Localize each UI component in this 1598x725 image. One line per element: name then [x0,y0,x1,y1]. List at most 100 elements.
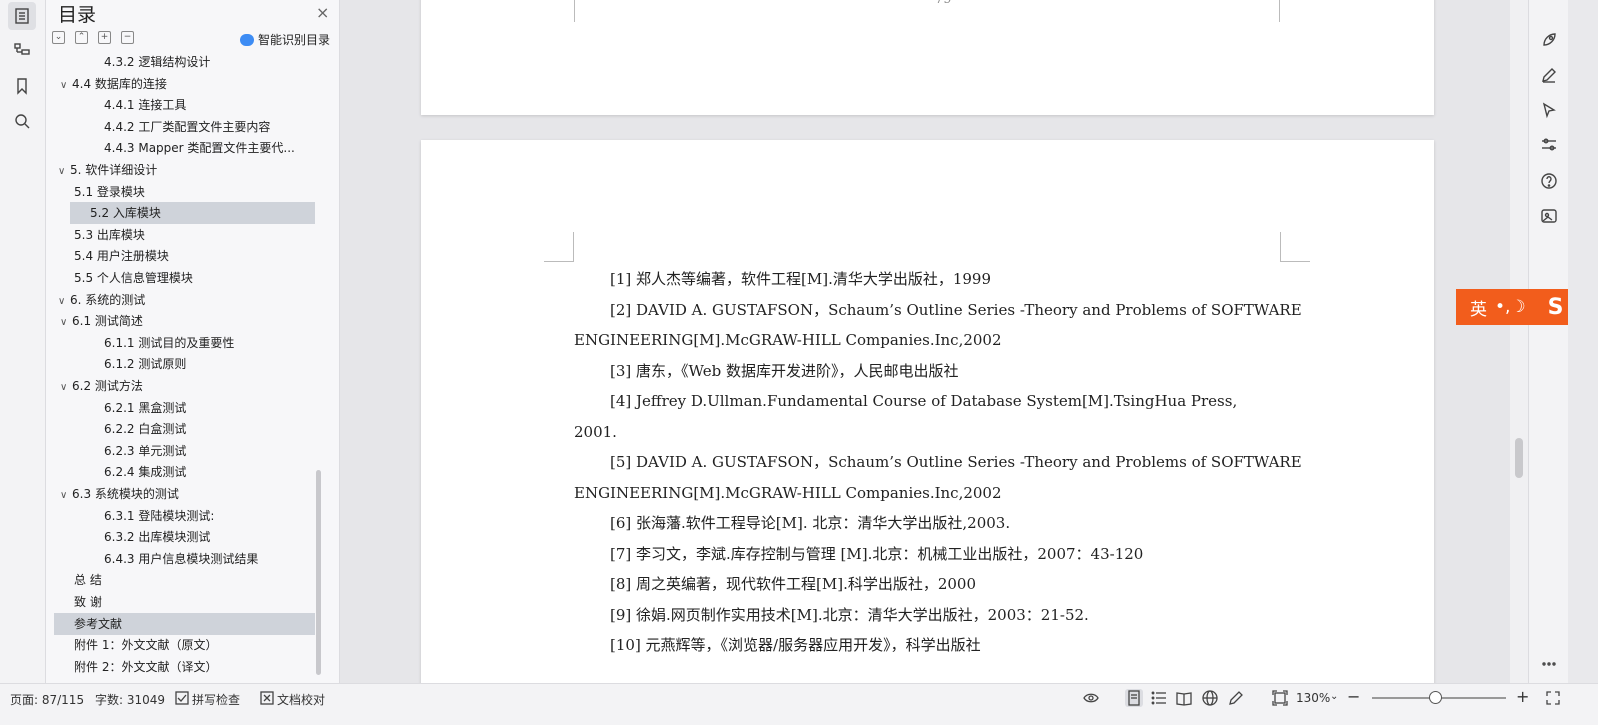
left-tool-rail [0,0,46,693]
toc-item[interactable]: ∨ 6.3 系统模块的测试 [54,483,315,505]
close-icon[interactable]: × [316,3,329,22]
fit-page-icon[interactable] [1271,689,1289,707]
cursor-icon[interactable] [1537,98,1561,122]
zoom-level[interactable]: 130% [1296,691,1330,705]
pen-mode-icon[interactable] [1227,689,1245,707]
chevron-down-icon[interactable]: ∨ [60,485,72,505]
expand-up-button[interactable]: ⌃ [75,31,88,44]
toc-item-label: 致 谢 [74,595,102,609]
page-indicator[interactable]: 页面: 87/115 [10,691,84,708]
toc-item-label: 6.2.1 黑盒测试 [104,400,187,415]
toc-item[interactable]: ∨ 4.4 数据库的连接 [54,73,315,95]
zoom-in-button[interactable]: + [1516,687,1529,706]
chevron-down-icon[interactable]: ∨ [58,161,70,181]
toc-scrollbar[interactable] [316,470,321,675]
toc-item[interactable]: 附件 2：外文文献（译文） [54,656,315,678]
chevron-down-icon[interactable]: ∨ [60,312,72,332]
collapse-all-button[interactable]: ⌄ [52,31,65,44]
crop-mark [1279,0,1309,22]
smart-toc-icon [240,33,254,46]
reference-list[interactable]: [1] 郑人杰等编著，软件工程[M].清华大学出版社，1999 [2] DAVID… [574,264,1302,661]
reading-view-icon[interactable] [1175,689,1193,707]
toc-item[interactable]: 总 结 [54,569,315,591]
chevron-down-icon[interactable]: ∨ [60,377,72,397]
toc-item-label: 5. 软件详细设计 [70,163,158,177]
toc-title: 目录 [58,4,97,26]
reference-line: [10] 元燕辉等，《浏览器/服务器应用开发》，科学出版社 [610,636,981,654]
image-tool-icon[interactable] [1537,204,1561,228]
search-icon[interactable] [8,107,36,135]
proofread-button[interactable]: 文档校对 [277,691,325,708]
reference-line: [2] DAVID A. GUSTAFSON，Schaum’s Outline … [610,300,1302,319]
proofread-icon[interactable] [258,689,276,707]
toc-item[interactable]: 5.2 入库模块 [70,202,315,225]
ime-toolbar[interactable]: 英 •,☽ S [1456,289,1568,325]
toc-item[interactable]: 4.3.2 逻辑结构设计 [54,53,315,73]
toc-item[interactable]: 6.1.2 测试原则 [54,353,315,375]
toc-item[interactable]: 6.2.1 黑盒测试 [54,397,315,419]
chevron-down-icon[interactable]: ∨ [58,291,70,311]
outline-view-icon[interactable] [1150,689,1168,707]
toc-item[interactable]: 参考文献 [54,612,315,635]
zoom-dropdown-icon[interactable]: ⌄ [1330,691,1338,702]
toc-item[interactable]: ∨ 6. 系统的测试 [54,289,315,311]
ime-language[interactable]: 英 [1470,295,1487,320]
toc-list: 4.3.2 逻辑结构设计 ∨ 4.4 数据库的连接 4.4.1 连接工具 4.4.2 工… [46,53,316,678]
document-canvas[interactable]: 79 [1] 郑人杰等编著，软件工程[M].清华大学出版社，1999 [2] DA… [340,0,1510,693]
toc-item[interactable]: 6.3.1 登陆模块测试: [54,505,315,527]
toc-panel-icon[interactable] [8,2,36,30]
more-icon[interactable] [1537,652,1561,676]
web-view-icon[interactable] [1201,689,1219,707]
rocket-icon[interactable] [1537,28,1561,52]
chevron-down-icon[interactable]: ∨ [60,75,72,95]
toc-item-label: 6.3 系统模块的测试 [72,487,179,501]
toc-item[interactable]: 6.1.1 测试目的及重要性 [54,332,315,354]
wps-writer-window: 目录 × ⌄ ⌃ + − 智能识别目录 4.3.2 逻辑结构设计 ∨ 4.4 数据库… [0,0,1598,725]
toc-item[interactable]: ∨ 5. 软件详细设计 [54,159,315,181]
word-count[interactable]: 字数: 31049 [95,691,165,708]
ime-mode[interactable]: •,☽ [1495,297,1526,317]
spellcheck-button[interactable]: 拼写检查 [192,691,240,708]
navigation-tree-icon[interactable] [8,36,36,64]
toc-item[interactable]: 附件 1：外文文献（原文） [54,634,315,656]
zoom-out-button[interactable]: − [1347,687,1360,706]
toc-item[interactable]: 6.2.2 白盒测试 [54,418,315,440]
toc-item[interactable]: 6.4.3 用户信息模块测试结果 [54,548,315,570]
toc-item[interactable]: 5.1 登录模块 [54,181,315,203]
reference-line: [6] 张海藩.软件工程导论[M]. 北京：清华大学出版社,2003. [610,514,1011,532]
toc-item[interactable]: 5.5 个人信息管理模块 [54,267,315,289]
page-view-icon[interactable] [1125,689,1143,707]
toc-item[interactable]: 4.4.3 Mapper 类配置文件主要代... [54,137,315,159]
help-icon[interactable] [1537,169,1561,193]
toc-item[interactable]: 6.2.4 集成测试 [54,461,315,483]
toc-item[interactable]: 5.4 用户注册模块 [54,245,315,267]
remove-heading-button[interactable]: − [121,31,134,44]
fullscreen-icon[interactable] [1544,689,1562,707]
toc-item-label: 6.4.3 用户信息模块测试结果 [104,551,259,566]
toc-item-label: 6.1.2 测试原则 [104,357,187,372]
smart-toc-button[interactable]: 智能识别目录 [240,31,330,48]
toc-item[interactable]: 6.2.3 单元测试 [54,440,315,462]
reference-line: [5] DAVID A. GUSTAFSON，Schaum’s Outline … [610,453,1302,471]
toc-item-label: 5.2 入库模块 [90,206,161,221]
toc-item[interactable]: 4.4.2 工厂类配置文件主要内容 [54,116,315,138]
bookmark-icon[interactable] [8,72,36,100]
toc-item[interactable]: 致 谢 [54,591,315,613]
toc-item-label: 6.1.1 测试目的及重要性 [104,335,235,350]
toc-item[interactable]: ∨ 6.2 测试方法 [54,375,315,397]
zoom-slider-handle[interactable] [1428,691,1442,704]
pen-icon[interactable] [1537,63,1561,87]
checkbox-icon[interactable] [173,689,191,707]
vertical-scrollbar[interactable] [1510,0,1528,693]
eye-icon[interactable] [1082,689,1100,707]
add-heading-button[interactable]: + [98,31,111,44]
toc-item[interactable]: 6.3.2 出库模块测试 [54,526,315,548]
toc-item-label: 6.1 测试简述 [72,314,143,329]
toc-item[interactable]: 5.3 出库模块 [54,224,315,246]
toc-item-label: 6. 系统的测试 [70,292,146,307]
toc-item-label: 附件 1：外文文献（原文） [74,638,218,653]
sliders-icon[interactable] [1537,133,1561,157]
scrollbar-thumb[interactable] [1515,438,1523,478]
toc-item[interactable]: 4.4.1 连接工具 [54,94,315,116]
toc-item[interactable]: ∨ 6.1 测试简述 [54,310,315,332]
